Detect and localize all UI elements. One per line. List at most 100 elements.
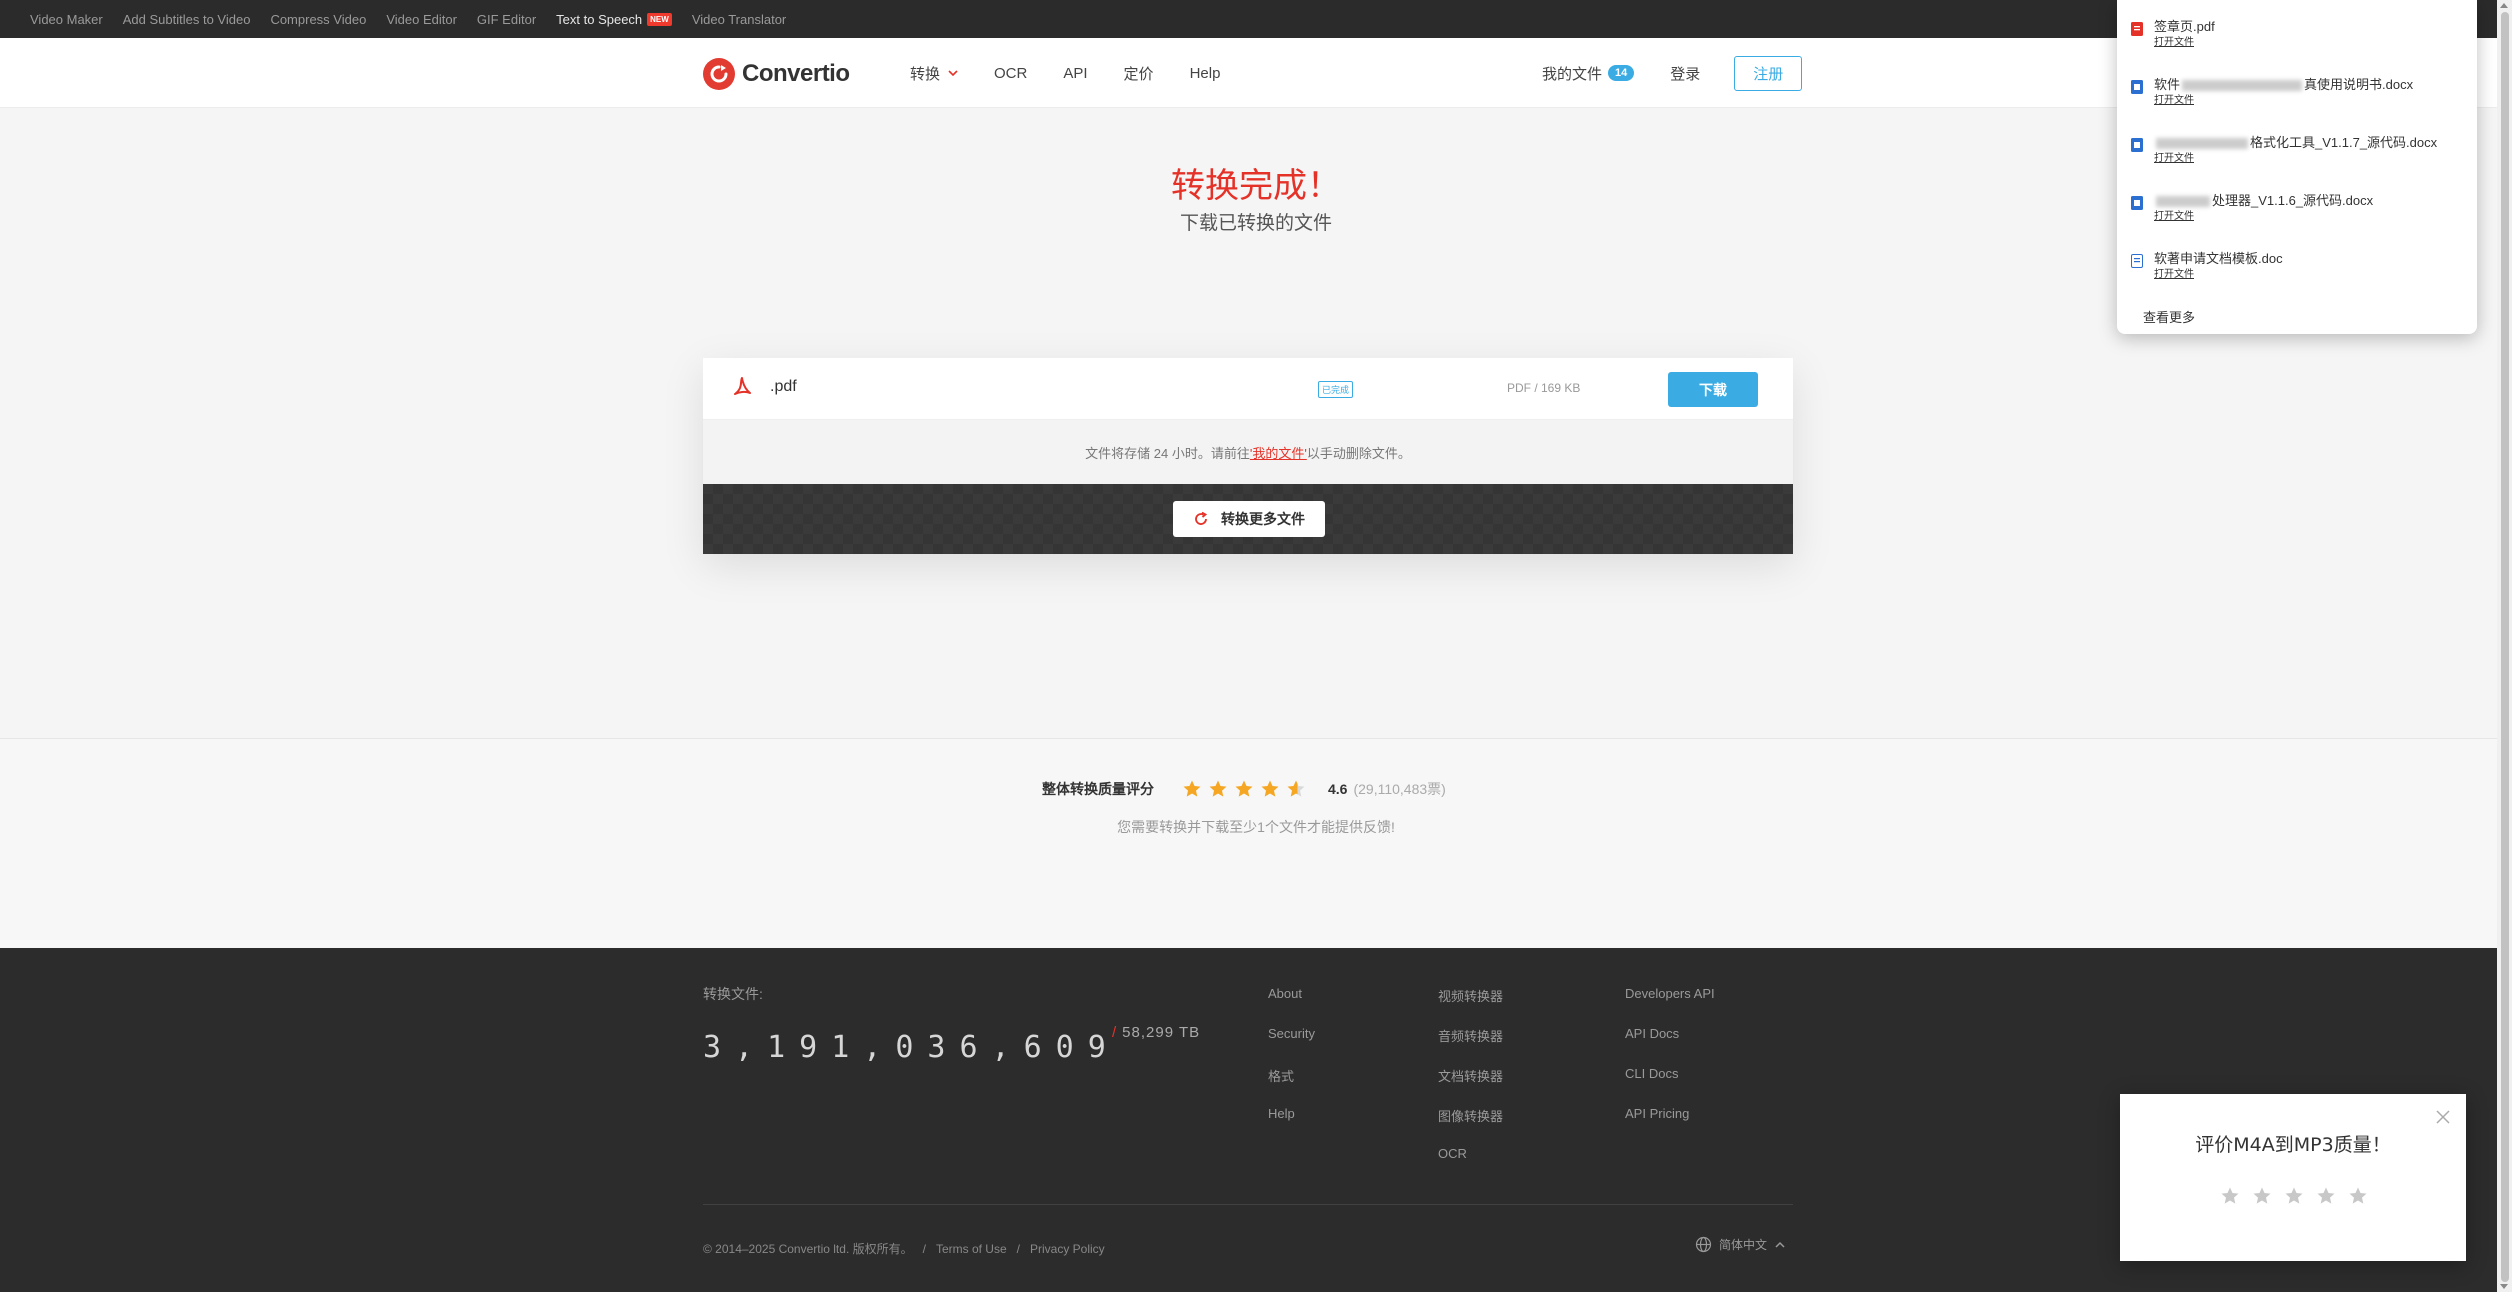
notice-prefix: 文件将存储 24 小时。请前往: [1085, 445, 1250, 461]
recent-downloads-popup: 签章页.pdf 打开文件 软件 真使用说明书.docx 打开文件 格式化工具_V1…: [2117, 0, 2477, 334]
my-files-link[interactable]: 我的文件 14: [1542, 63, 1635, 84]
download-item[interactable]: 格式化工具_V1.1.7_源代码.docx 打开文件: [2131, 134, 2437, 166]
footer-link-image-converter[interactable]: 图像转换器: [1438, 1106, 1503, 1146]
footer-link-security[interactable]: Security: [1268, 1026, 1315, 1066]
scroll-down-arrow[interactable]: [2500, 1284, 2508, 1289]
convertio-logo-icon: [703, 58, 735, 90]
file-size: PDF / 169 KB: [1507, 381, 1581, 395]
nav-ocr[interactable]: OCR: [994, 65, 1027, 82]
download-item-title: 签章页.pdf: [2154, 19, 2215, 34]
login-link[interactable]: 登录: [1670, 63, 1700, 84]
star-icon: [1235, 780, 1253, 797]
word-file-icon: [2131, 196, 2143, 210]
star-icon: [1287, 780, 1305, 797]
topbar-link-text-to-speech[interactable]: Text to Speech NEW: [556, 12, 672, 27]
open-file-link[interactable]: 打开文件: [2154, 152, 2437, 166]
privacy-link[interactable]: Privacy Policy: [1030, 1242, 1105, 1256]
nav-pricing[interactable]: 定价: [1124, 63, 1154, 84]
converted-tb-value: 58,299 TB: [1122, 1024, 1201, 1041]
word-file-icon: [2131, 138, 2143, 152]
star-icon[interactable]: [2348, 1186, 2368, 1206]
status-badge: 已完成: [1318, 381, 1354, 398]
rating-note: 您需要转换并下载至少1个文件才能提供反馈!: [1117, 819, 1395, 835]
signup-button[interactable]: 注册: [1734, 55, 1803, 91]
topbar-link-add-subtitles[interactable]: Add Subtitles to Video: [123, 12, 251, 27]
vertical-scrollbar[interactable]: [2497, 0, 2512, 1292]
main-nav: 转换 OCR API 定价 Help: [910, 38, 1256, 108]
chevron-down-icon: [948, 69, 958, 76]
convert-more-label: 转换更多文件: [1221, 511, 1305, 527]
footer-link-video-converter[interactable]: 视频转换器: [1438, 986, 1503, 1026]
open-file-link[interactable]: 打开文件: [2154, 268, 2283, 282]
footer-link-about[interactable]: About: [1268, 986, 1315, 1026]
star-icon[interactable]: [2220, 1186, 2240, 1206]
open-file-link[interactable]: 打开文件: [2154, 94, 2413, 108]
refresh-icon: [1195, 511, 1208, 525]
quality-rating-section: 整体转换质量评分 4.6 (29,110,483票) 您需要转换并下载至少1个文…: [0, 738, 2512, 948]
footer-link-formats[interactable]: 格式: [1268, 1066, 1315, 1106]
nav-api[interactable]: API: [1063, 65, 1087, 82]
storage-notice: 文件将存储 24 小时。请前往 '我的文件' 以手动删除文件。: [703, 420, 1793, 484]
topbar-link-video-translator[interactable]: Video Translator: [692, 12, 786, 27]
footer-link-help[interactable]: Help: [1268, 1106, 1315, 1146]
topbar-link-compress-video[interactable]: Compress Video: [270, 12, 366, 27]
separator: /: [1016, 1241, 1020, 1256]
star-icon[interactable]: [2284, 1186, 2304, 1206]
word-file-icon: [2131, 80, 2143, 94]
open-file-link[interactable]: 打开文件: [2154, 210, 2373, 224]
star-icon: [1209, 780, 1227, 797]
download-item-title: 软著申请文档模板.doc: [2154, 251, 2283, 266]
footer-divider: [703, 1204, 1793, 1205]
footer-link-audio-converter[interactable]: 音频转换器: [1438, 1026, 1503, 1066]
convert-more-button[interactable]: 转换更多文件: [1173, 501, 1325, 537]
language-selector[interactable]: 简体中文: [1695, 1236, 1785, 1253]
see-more-link[interactable]: 查看更多: [2143, 307, 2195, 326]
close-icon[interactable]: [2434, 1108, 2452, 1126]
download-button[interactable]: 下载: [1668, 372, 1758, 407]
conversion-result-card: .pdf 已完成 PDF / 169 KB 下载 文件将存储 24 小时。请前往…: [703, 358, 1793, 554]
download-item[interactable]: 软件 真使用说明书.docx 打开文件: [2131, 76, 2413, 108]
logo[interactable]: Convertio: [703, 58, 850, 90]
rate-conversion-widget: 评价M4A到MP3质量！: [2120, 1094, 2466, 1261]
download-item[interactable]: 处理器_V1.1.6_源代码.docx 打开文件: [2131, 192, 2373, 224]
doc-file-icon: [2131, 254, 2143, 268]
footer-col-3: Developers API API Docs CLI Docs API Pri…: [1625, 986, 1715, 1146]
download-item[interactable]: 签章页.pdf 打开文件: [2131, 18, 2215, 50]
download-item-title: 软件 真使用说明书.docx: [2154, 76, 2413, 94]
title-suffix: 格式化工具_V1.1.7_源代码.docx: [2250, 135, 2438, 150]
topbar-link-gif-editor[interactable]: GIF Editor: [477, 12, 536, 27]
footer-link-api-pricing[interactable]: API Pricing: [1625, 1106, 1715, 1146]
separator: /: [922, 1241, 926, 1256]
new-badge: NEW: [647, 12, 672, 26]
file-name: .pdf: [770, 378, 797, 395]
footer-col-1: About Security 格式 Help: [1268, 986, 1315, 1146]
topbar-link-video-maker[interactable]: Video Maker: [30, 12, 103, 27]
topbar-link-video-editor[interactable]: Video Editor: [386, 12, 457, 27]
tb-slash: /: [1112, 1024, 1118, 1041]
open-file-link[interactable]: 打开文件: [2154, 36, 2215, 50]
rating-stars: [1182, 779, 1312, 799]
star-icon: [1183, 780, 1201, 797]
footer-link-api-docs[interactable]: API Docs: [1625, 1026, 1715, 1066]
star-icon[interactable]: [2316, 1186, 2336, 1206]
rating-line: 整体转换质量评分 4.6 (29,110,483票): [1042, 779, 1446, 799]
footer-link-developers-api[interactable]: Developers API: [1625, 986, 1715, 1026]
converted-files-label: 转换文件:: [703, 986, 763, 1002]
nav-help[interactable]: Help: [1190, 65, 1221, 82]
text-to-speech-label: Text to Speech: [556, 11, 643, 27]
header-actions: 我的文件 14 登录 注册: [1542, 38, 1803, 108]
download-item[interactable]: 软著申请文档模板.doc 打开文件: [2131, 250, 2283, 282]
footer-link-ocr[interactable]: OCR: [1438, 1146, 1503, 1186]
rating-value: 4.6: [1328, 781, 1348, 797]
footer-link-document-converter[interactable]: 文档转换器: [1438, 1066, 1503, 1106]
nav-convert[interactable]: 转换: [910, 63, 958, 84]
scroll-up-arrow[interactable]: [2500, 3, 2508, 8]
rate-widget-title: 评价M4A到MP3质量！: [2195, 1134, 2391, 1156]
my-files-notice-link[interactable]: '我的文件': [1250, 443, 1307, 462]
my-files-label: 我的文件: [1542, 65, 1603, 83]
footer-link-cli-docs[interactable]: CLI Docs: [1625, 1066, 1715, 1106]
scrollbar-thumb[interactable]: [2501, 12, 2509, 1282]
terms-link[interactable]: Terms of Use: [936, 1242, 1007, 1256]
logo-text: Convertio: [742, 60, 850, 87]
star-icon[interactable]: [2252, 1186, 2272, 1206]
